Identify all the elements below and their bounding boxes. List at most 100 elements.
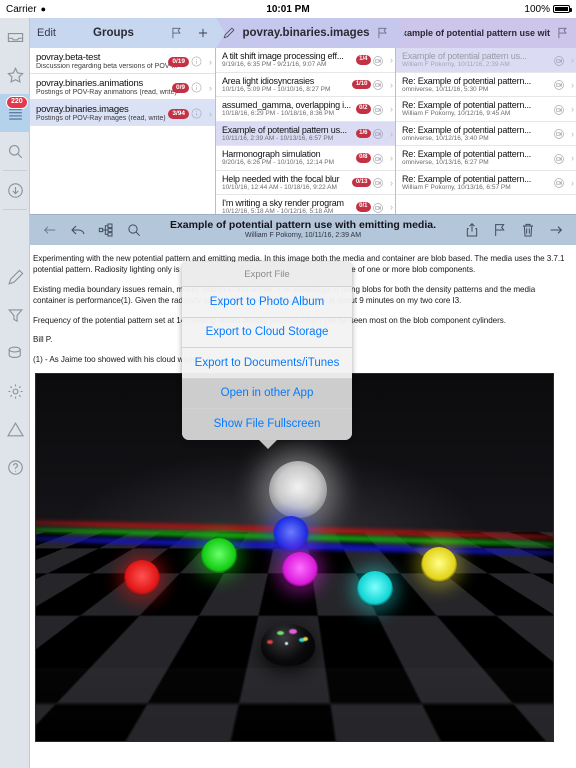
status-bar: Carrier ● 10:01 PM 100% xyxy=(0,0,576,18)
rail-bottom-group xyxy=(0,258,30,486)
article-title: Re: Example of potential pattern... xyxy=(402,124,532,135)
threads-flag-button[interactable] xyxy=(370,26,396,40)
forward-arrow-icon xyxy=(550,226,563,234)
list-item[interactable]: Help needed with the focal blur 10/10/16… xyxy=(216,171,395,195)
status-bar-clock: 10:01 PM xyxy=(266,3,310,15)
next-article-button[interactable] xyxy=(542,216,570,244)
nav-notch-1 xyxy=(216,18,225,48)
chevron-right-icon: › xyxy=(571,153,574,163)
sidebar-item-settings[interactable] xyxy=(0,372,30,410)
articles-list-pane: Example of potential pattern us... Willi… xyxy=(396,48,576,214)
rail-divider-2 xyxy=(3,209,27,210)
chevron-right-icon: › xyxy=(209,83,212,93)
search-article-button[interactable] xyxy=(120,216,148,244)
threads-list-pane: A tilt shift image processing eff... 9/1… xyxy=(216,48,396,214)
info-icon[interactable] xyxy=(191,56,202,67)
back-button[interactable] xyxy=(36,216,64,244)
article-meta: William F Pokorny, 10/11/16, 2:39 AM xyxy=(402,61,510,69)
sidebar-item-filter[interactable] xyxy=(0,296,30,334)
render-orb-yellow xyxy=(421,546,458,583)
export-file-popover: Export File Export to Photo Album Export… xyxy=(182,262,352,449)
delete-button[interactable] xyxy=(514,216,542,244)
back-arrow-icon xyxy=(43,226,56,234)
popover-arrow xyxy=(259,439,277,449)
help-icon xyxy=(7,459,23,475)
share-button[interactable] xyxy=(458,216,486,244)
list-item[interactable]: Area light idiosyncrasies 10/1/16, 5:09 … xyxy=(216,73,395,97)
info-icon[interactable] xyxy=(191,108,202,119)
gear-icon xyxy=(7,383,23,399)
list-item[interactable]: Example of potential pattern us... 10/11… xyxy=(216,121,395,146)
sidebar-item-warnings[interactable] xyxy=(0,410,30,448)
status-bar-right: 100% xyxy=(524,4,572,15)
sidebar-item-server[interactable] xyxy=(0,334,30,372)
chevron-right-icon: › xyxy=(209,109,212,119)
edit-button[interactable]: Edit xyxy=(30,27,63,39)
list-item[interactable]: Re: Example of potential pattern... omni… xyxy=(396,73,576,97)
nav-notch-2 xyxy=(396,18,405,48)
article-byline: William F Pokorny, 10/11/16, 2:39 AM xyxy=(244,231,362,239)
list-item[interactable]: Harmonograph simulation 9/20/16, 6:26 PM… xyxy=(216,146,395,171)
chevron-right-icon: › xyxy=(390,55,393,65)
list-item[interactable]: povray.beta-test Discussion regarding be… xyxy=(30,48,215,74)
list-item[interactable]: I'm writing a sky render program 10/12/1… xyxy=(216,195,395,214)
article-title: Example of potential pattern use with em… xyxy=(169,219,437,232)
list-item[interactable]: Re: Example of potential pattern... Will… xyxy=(396,171,576,195)
inbox-icon xyxy=(7,32,23,42)
list-item[interactable]: povray.binaries.animations Postings of P… xyxy=(30,74,215,100)
groups-unread-badge: 220 xyxy=(6,96,28,109)
sidebar-item-inbox[interactable] xyxy=(0,18,30,56)
info-icon[interactable] xyxy=(191,82,202,93)
sidebar-item-compose[interactable] xyxy=(0,258,30,296)
flag-icon xyxy=(172,27,181,39)
thread-tree-icon xyxy=(98,223,113,237)
render-orb-magenta xyxy=(281,552,318,589)
groups-list: povray.beta-test Discussion regarding be… xyxy=(30,48,215,214)
export-photo-album-button[interactable]: Export to Photo Album xyxy=(182,287,352,318)
article-envelope-icon xyxy=(554,55,564,66)
chevron-right-icon: › xyxy=(571,104,574,114)
thread-envelope-icon xyxy=(373,178,383,188)
render-orb-green xyxy=(201,537,238,574)
list-item[interactable]: Re: Example of potential pattern... omni… xyxy=(396,122,576,146)
flag-icon xyxy=(378,27,387,39)
chevron-right-icon: › xyxy=(209,57,212,67)
add-group-button[interactable] xyxy=(190,26,216,40)
render-blob-highlight xyxy=(303,636,308,641)
list-item[interactable]: Example of potential pattern us... Willi… xyxy=(396,48,576,73)
list-item[interactable]: Re: Example of potential pattern... omni… xyxy=(396,146,576,171)
list-item[interactable]: Re: Example of potential pattern... Will… xyxy=(396,97,576,122)
list-item[interactable]: assumed_gamma, overlapping i... 10/18/16… xyxy=(216,97,395,122)
articles-flag-button[interactable] xyxy=(550,26,576,40)
groups-flag-button[interactable] xyxy=(164,26,190,40)
reply-button[interactable] xyxy=(64,216,92,244)
list-item[interactable]: A tilt shift image processing eff... 9/1… xyxy=(216,48,395,73)
nav-bar-threads: povray.binaries.images xyxy=(216,18,405,48)
sidebar-item-groups[interactable]: 220 xyxy=(0,94,37,132)
sidebar-item-downloads[interactable] xyxy=(0,171,30,209)
article-envelope-icon xyxy=(554,178,564,188)
article-envelope-icon xyxy=(554,80,564,90)
open-in-other-app-button[interactable]: Open in other App xyxy=(182,378,352,409)
chevron-right-icon: › xyxy=(390,202,393,212)
flag-button[interactable] xyxy=(486,216,514,244)
article-title: Re: Example of potential pattern... xyxy=(402,100,532,111)
show-file-fullscreen-button[interactable]: Show File Fullscreen xyxy=(182,409,352,440)
column-panes: povray.beta-test Discussion regarding be… xyxy=(30,48,576,214)
article-meta: William F Pokorny, 10/13/16, 6:57 PM xyxy=(402,183,511,191)
group-count-badge: 0/19 xyxy=(168,57,189,68)
sidebar-item-search[interactable] xyxy=(0,132,30,170)
article-envelope-icon xyxy=(554,129,564,139)
export-cloud-storage-button[interactable]: Export to Cloud Storage xyxy=(182,318,352,348)
sidebar-item-help[interactable] xyxy=(0,448,30,486)
render-blob-highlight xyxy=(267,639,274,644)
thread-envelope-icon xyxy=(373,55,383,66)
list-item[interactable]: povray.binaries.images Postings of POV-R… xyxy=(30,100,215,126)
thread-view-button[interactable] xyxy=(92,216,120,244)
chevron-right-icon: › xyxy=(571,55,574,65)
sidebar-item-favorites[interactable] xyxy=(0,56,30,94)
article-title: Example of potential pattern us... xyxy=(402,51,527,62)
export-documents-itunes-button[interactable]: Export to Documents/iTunes xyxy=(182,348,352,379)
warning-icon xyxy=(6,421,24,436)
article-title: Re: Example of potential pattern... xyxy=(402,75,532,86)
